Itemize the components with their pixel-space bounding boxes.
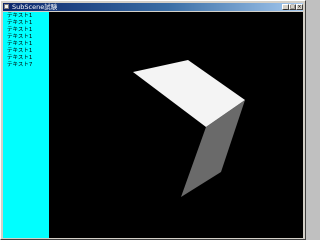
side-label: テキスト1 [7, 55, 33, 61]
app-window: SubScene試験 _ □ × テキスト1 テキスト1 テキスト1 テキスト1 テキス… [0, 0, 306, 240]
client-area: テキスト1 テキスト1 テキスト1 テキスト1 テキスト1 テキスト1 テキスト1 テキスト7 [3, 12, 303, 238]
side-label: テキスト1 [7, 48, 33, 54]
maximize-button[interactable]: □ [289, 4, 296, 10]
side-panel: テキスト1 テキスト1 テキスト1 テキスト1 テキスト1 テキスト1 テキスト1 テキスト7 [3, 12, 49, 238]
3d-scene-viewport[interactable] [49, 12, 303, 238]
minimize-button[interactable]: _ [282, 4, 289, 10]
window-icon[interactable] [4, 4, 9, 9]
title-bar[interactable]: SubScene試験 _ □ × [3, 3, 303, 11]
scene-canvas [133, 60, 245, 197]
window-title: SubScene試験 [12, 3, 58, 11]
side-label: テキスト1 [7, 27, 33, 33]
label-list: テキスト1 テキスト1 テキスト1 テキスト1 テキスト1 テキスト1 テキスト1 テキスト7 [7, 13, 32, 69]
close-button[interactable]: × [296, 4, 303, 10]
side-label: テキスト7 [7, 62, 33, 68]
side-label: テキスト1 [7, 34, 33, 40]
side-label: テキスト1 [7, 41, 33, 47]
side-label: テキスト1 [7, 13, 33, 19]
side-label: テキスト1 [7, 20, 33, 26]
